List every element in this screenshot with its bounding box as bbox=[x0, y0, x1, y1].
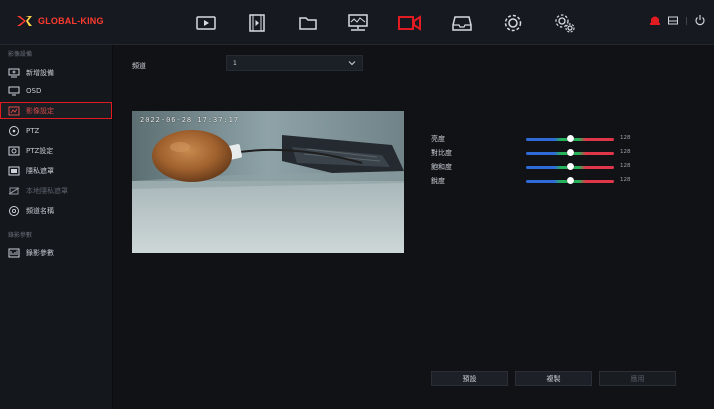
sidebar-item-local-privacy-mask[interactable]: 本地隱私遮罩 bbox=[0, 182, 112, 199]
sidebar-item-label: 影像設定 bbox=[26, 106, 54, 115]
sidebar-item-label: 新增設備 bbox=[26, 68, 54, 77]
slider-label: 亮度 bbox=[431, 135, 445, 143]
sidebar-item-ptz[interactable]: PTZ bbox=[0, 122, 112, 139]
osd-icon bbox=[7, 85, 21, 97]
privacy-mask-icon bbox=[7, 165, 21, 177]
local-privacy-mask-icon bbox=[7, 185, 21, 197]
divider: | bbox=[685, 15, 688, 25]
alarm-icon[interactable] bbox=[649, 14, 661, 26]
slider-handle[interactable] bbox=[566, 177, 574, 184]
slider-row: 銳度 128 bbox=[431, 176, 631, 186]
top-bar: GLOBAL-KING | bbox=[0, 0, 714, 45]
osd-timestamp: 2022-06-28 17:37:17 bbox=[140, 116, 240, 124]
sidebar-item-add-device[interactable]: 新增設備 bbox=[0, 64, 112, 81]
brand-logo: GLOBAL-KING bbox=[16, 14, 104, 28]
sidebar-item-label: 本地隱私遮罩 bbox=[26, 186, 68, 195]
sidebar-item-label: 隱私遮罩 bbox=[26, 166, 54, 175]
sidebar: 影像設備 新增設備 OSD 影像設定 PTZ PTZ設定 隱私遮罩 本地隱私遮罩… bbox=[0, 45, 112, 409]
default-button[interactable]: 預設 bbox=[431, 371, 508, 386]
nav-system[interactable] bbox=[499, 11, 527, 35]
channel-name-icon bbox=[7, 205, 21, 217]
slider-row: 對比度 128 bbox=[431, 148, 631, 158]
slider-value: 128 bbox=[620, 177, 631, 183]
slider-label: 銳度 bbox=[431, 177, 445, 185]
ptz-settings-icon bbox=[7, 145, 21, 157]
nav-film[interactable] bbox=[243, 11, 271, 35]
camera-icon bbox=[398, 15, 421, 31]
sidebar-section-title: 錄影參數 bbox=[8, 232, 33, 239]
logo-icon bbox=[17, 16, 32, 26]
sidebar-item-label: PTZ bbox=[26, 126, 40, 135]
nav-playback[interactable] bbox=[192, 11, 220, 35]
sidebar-section-title: 影像設備 bbox=[8, 51, 33, 58]
channel-select[interactable]: 1 bbox=[226, 55, 363, 71]
maintenance-icon bbox=[555, 14, 575, 33]
sidebar-item-label: 頻道名稱 bbox=[26, 206, 54, 215]
ptz-icon bbox=[7, 125, 21, 137]
nav-network[interactable] bbox=[344, 11, 372, 35]
slider-row: 亮度 128 bbox=[431, 134, 631, 144]
camera-preview: 2022-06-28 17:37:17 bbox=[132, 111, 404, 253]
slider-handle[interactable] bbox=[566, 149, 574, 156]
sidebar-item-label: OSD bbox=[26, 86, 42, 95]
slider-value: 128 bbox=[620, 149, 631, 155]
status-area: | bbox=[649, 14, 706, 26]
add-device-icon bbox=[7, 67, 21, 79]
slider-value: 128 bbox=[620, 163, 631, 169]
sidebar-item-label: PTZ設定 bbox=[26, 146, 54, 155]
network-icon bbox=[348, 14, 368, 31]
main-panel: 頻道 1 2022-06-28 17:37:17 亮度 128 對比度 128 … bbox=[113, 45, 714, 409]
gear-icon bbox=[504, 14, 522, 32]
preview-image bbox=[132, 111, 404, 253]
slider-handle[interactable] bbox=[566, 163, 574, 170]
nav-folder[interactable] bbox=[294, 11, 322, 35]
brand-name: GLOBAL-KING bbox=[38, 16, 104, 26]
sidebar-item-ptz-settings[interactable]: PTZ設定 bbox=[0, 142, 112, 159]
chevron-down-icon bbox=[348, 61, 356, 66]
image-settings-icon bbox=[7, 105, 21, 117]
channel-value: 1 bbox=[233, 59, 237, 67]
slider-label: 對比度 bbox=[431, 149, 452, 157]
sidebar-item-channel-name[interactable]: 頻道名稱 bbox=[0, 202, 112, 219]
nav-maintenance[interactable] bbox=[551, 11, 579, 35]
film-icon bbox=[249, 14, 265, 32]
sidebar-item-image-settings[interactable]: 影像設定 bbox=[0, 102, 112, 119]
power-icon[interactable] bbox=[694, 14, 706, 26]
play-icon bbox=[196, 16, 216, 30]
storage-icon bbox=[452, 16, 472, 31]
slider-value: 128 bbox=[620, 135, 631, 141]
nav-camera[interactable] bbox=[396, 11, 424, 35]
slider-label: 飽和度 bbox=[431, 163, 452, 171]
nav-storage[interactable] bbox=[448, 11, 476, 35]
sidebar-item-osd[interactable]: OSD bbox=[0, 82, 112, 99]
record-params-icon bbox=[7, 247, 21, 259]
copy-button[interactable]: 複製 bbox=[515, 371, 592, 386]
slider-handle[interactable] bbox=[566, 135, 574, 142]
channel-label: 頻道 bbox=[132, 62, 146, 70]
folder-icon bbox=[299, 17, 317, 30]
sidebar-item-record-params[interactable]: 錄影參數 bbox=[0, 244, 112, 261]
apply-button[interactable]: 應用 bbox=[599, 371, 676, 386]
disk-icon[interactable] bbox=[667, 14, 679, 26]
sidebar-item-privacy-mask[interactable]: 隱私遮罩 bbox=[0, 162, 112, 179]
slider-row: 飽和度 128 bbox=[431, 162, 631, 172]
sidebar-item-label: 錄影參數 bbox=[26, 248, 54, 257]
